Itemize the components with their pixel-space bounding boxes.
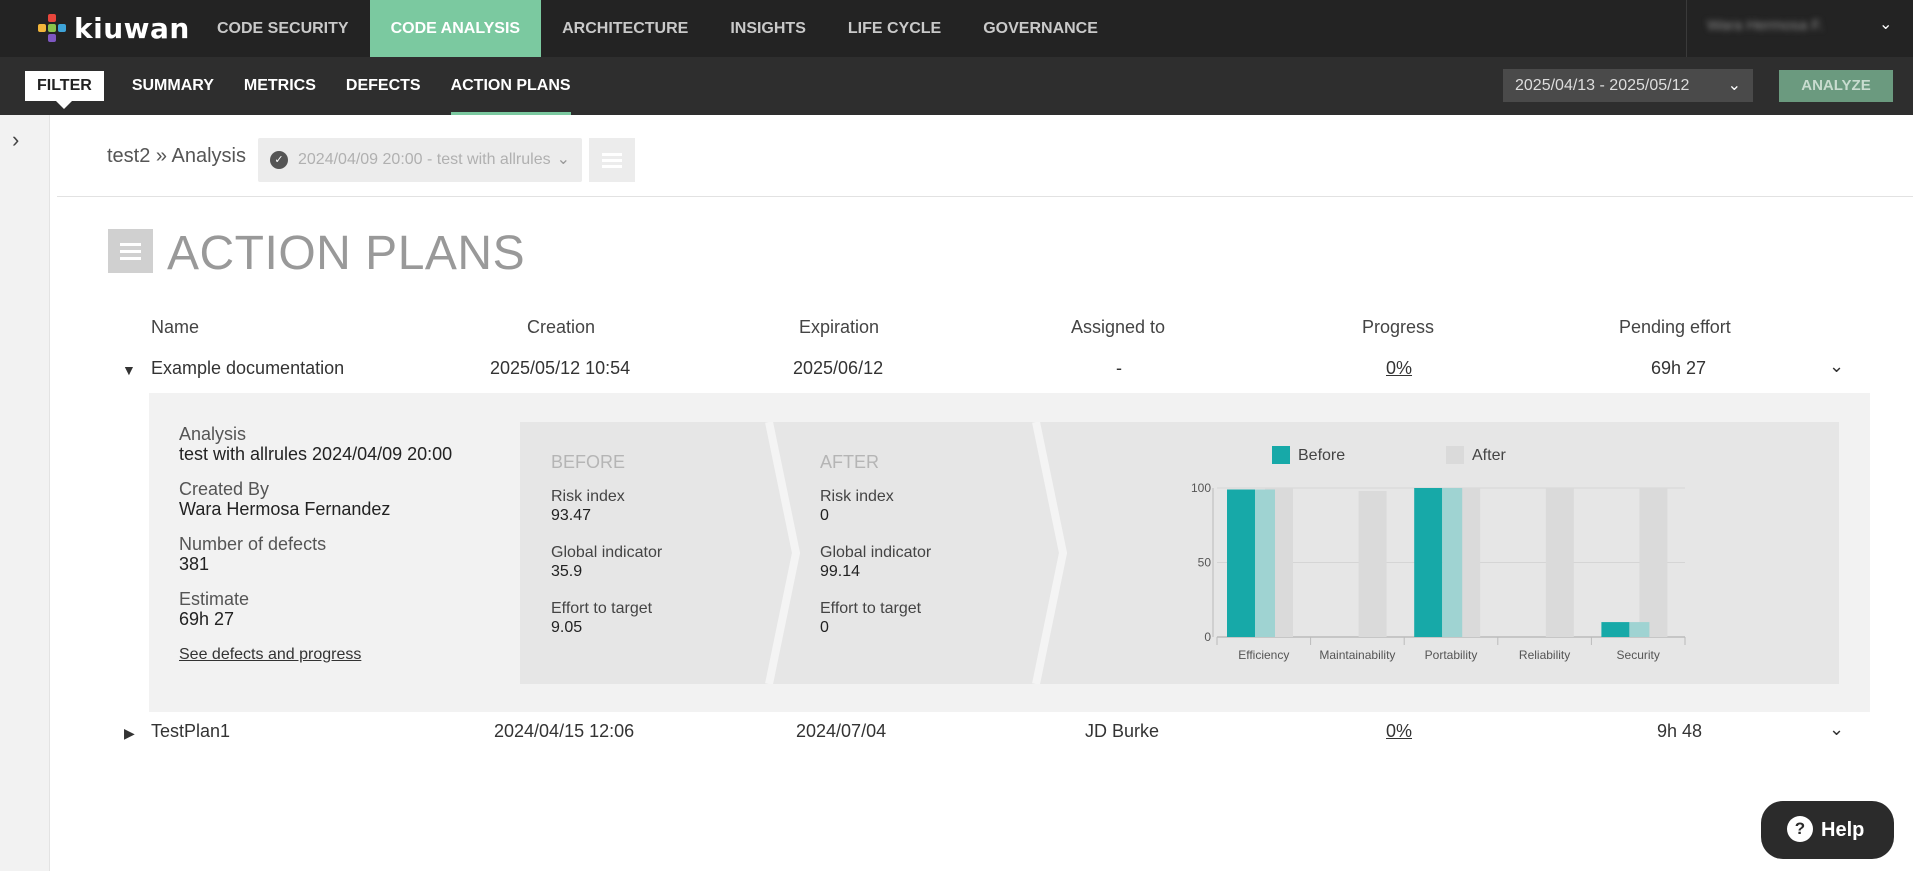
chevron-down-icon: ⌄ bbox=[1727, 77, 1741, 94]
y-tick-label: 50 bbox=[1198, 556, 1212, 570]
plan-progress-link[interactable]: 0% bbox=[1386, 358, 1412, 379]
x-tick-label: Maintainability bbox=[1319, 648, 1395, 662]
bar-before-efficiency bbox=[1227, 489, 1255, 637]
after-effort-label: Effort to target bbox=[820, 600, 922, 617]
list-icon bbox=[108, 229, 153, 273]
x-tick-label: Portability bbox=[1425, 648, 1478, 662]
column-header-assigned-to: Assigned to bbox=[1071, 317, 1166, 337]
plan-assigned-to: JD Burke bbox=[1085, 721, 1160, 741]
caret-right-icon[interactable]: ▶ bbox=[124, 725, 135, 742]
x-tick-label: Efficiency bbox=[1238, 648, 1289, 662]
plan-pending-effort: 69h 27 bbox=[1651, 358, 1707, 378]
top-nav-code-analysis[interactable]: CODE ANALYSIS bbox=[369, 0, 542, 57]
user-name: Wara Hermosa F. bbox=[1707, 17, 1824, 34]
collapsed-sidebar: › bbox=[0, 115, 50, 871]
plan-pending-effort: 9h 48 bbox=[1657, 721, 1703, 741]
bar-before-security bbox=[1601, 622, 1630, 637]
before-gi-value: 35.9 bbox=[551, 563, 583, 580]
top-nav-code-security[interactable]: CODE SECURITY bbox=[196, 0, 370, 57]
bar-before-portability bbox=[1414, 488, 1443, 637]
plan-expiration: 2025/06/12 bbox=[793, 358, 884, 378]
plan-creation: 2025/05/12 10:54 bbox=[490, 358, 631, 378]
breadcrumb[interactable]: test2 » Analysis bbox=[107, 145, 246, 168]
tab-metrics[interactable]: METRICS bbox=[244, 57, 316, 115]
logo-text: kiuwan bbox=[74, 11, 190, 45]
question-icon: ? bbox=[1787, 815, 1813, 842]
check-circle-icon: ✓ bbox=[270, 151, 288, 169]
column-header-name: Name bbox=[151, 317, 200, 337]
analyze-button[interactable]: ANALYZE bbox=[1779, 70, 1893, 102]
help-label: Help bbox=[1821, 819, 1865, 841]
plan-name[interactable]: Example documentation bbox=[151, 358, 344, 379]
date-range-value: 2025/04/13 - 2025/05/12 bbox=[1515, 77, 1690, 94]
after-gi-label: Global indicator bbox=[820, 544, 932, 561]
sub-navigation-bar: FILTER SUMMARY METRICS DEFECTS ACTION PL… bbox=[0, 57, 1913, 115]
chevron-down-icon: ⌄ bbox=[1879, 16, 1893, 33]
bar-after-maintainability bbox=[1358, 490, 1387, 637]
kiuwan-logo[interactable]: kiuwan bbox=[38, 11, 190, 45]
breadcrumb-row: test2 » Analysis ✓ 2024/04/09 20:00 - te… bbox=[57, 115, 1913, 197]
tab-filter[interactable]: FILTER bbox=[25, 71, 104, 109]
quality-chart: Before After 0 50 100 Efficiency Maintainabili… bbox=[1191, 446, 1686, 662]
top-nav-insights[interactable]: INSIGHTS bbox=[709, 0, 827, 57]
page-title: ACTION PLANS bbox=[167, 227, 526, 280]
chevron-down-icon: ⌄ bbox=[552, 138, 570, 182]
caret-down-icon[interactable]: ▼ bbox=[122, 362, 136, 378]
plan-progress-link[interactable]: 0% bbox=[1386, 721, 1412, 742]
y-tick-label: 100 bbox=[1191, 481, 1211, 495]
before-gi-label: Global indicator bbox=[551, 544, 663, 561]
y-tick-label: 0 bbox=[1204, 630, 1211, 644]
after-risk-label: Risk index bbox=[820, 488, 894, 505]
analysis-select[interactable]: ✓ 2024/04/09 20:00 - test with allrules … bbox=[258, 138, 582, 182]
after-title: AFTER bbox=[820, 452, 880, 472]
legend-swatch-before bbox=[1272, 446, 1290, 464]
after-gi-value: 99.14 bbox=[820, 563, 861, 580]
x-tick-label: Reliability bbox=[1519, 648, 1570, 662]
plan-creation: 2024/04/15 12:06 bbox=[494, 721, 635, 741]
legend-swatch-after bbox=[1446, 446, 1464, 464]
top-nav-architecture[interactable]: ARCHITECTURE bbox=[541, 0, 709, 57]
before-risk-value: 93.47 bbox=[551, 507, 592, 524]
top-nav-life-cycle[interactable]: LIFE CYCLE bbox=[827, 0, 962, 57]
column-header-creation: Creation bbox=[527, 317, 596, 337]
sub-nav-menu: FILTER SUMMARY METRICS DEFECTS ACTION PL… bbox=[25, 57, 601, 115]
plan-expiration: 2024/07/04 bbox=[796, 721, 887, 741]
legend-label: After bbox=[1472, 447, 1506, 464]
logo-mark-icon bbox=[38, 14, 66, 42]
analysis-select-value: 2024/04/09 20:00 - test with allrules bbox=[298, 151, 551, 168]
plan-assigned-to: - bbox=[1116, 358, 1122, 378]
column-header-pending-effort: Pending effort bbox=[1619, 317, 1731, 337]
analysis-menu-button[interactable] bbox=[589, 138, 635, 182]
tab-defects[interactable]: DEFECTS bbox=[346, 57, 421, 115]
before-risk-label: Risk index bbox=[551, 488, 625, 505]
column-header-progress: Progress bbox=[1362, 317, 1435, 337]
tab-action-plans[interactable]: ACTION PLANS bbox=[450, 57, 571, 115]
plan-name[interactable]: TestPlan1 bbox=[151, 721, 230, 742]
chevron-right-icon[interactable]: › bbox=[12, 127, 19, 153]
before-effort-value: 9.05 bbox=[551, 619, 583, 636]
bar-before-shade-security bbox=[1629, 622, 1650, 637]
user-menu[interactable]: Wara Hermosa F. ⌄ bbox=[1686, 0, 1913, 57]
top-navigation-bar: kiuwan CODE SECURITY CODE ANALYSIS ARCHI… bbox=[0, 0, 1913, 57]
top-nav-menu: CODE SECURITY CODE ANALYSIS ARCHITECTURE… bbox=[196, 0, 1119, 57]
tab-summary[interactable]: SUMMARY bbox=[132, 57, 214, 115]
chevron-down-icon[interactable]: ⌄ bbox=[1829, 719, 1844, 740]
bar-before-shade-efficiency bbox=[1255, 489, 1275, 637]
top-nav-governance[interactable]: GOVERNANCE bbox=[962, 0, 1119, 57]
help-button[interactable]: ? Help bbox=[1761, 801, 1894, 859]
before-effort-label: Effort to target bbox=[551, 600, 653, 617]
after-effort-value: 0 bbox=[820, 619, 829, 636]
bar-after-reliability bbox=[1545, 488, 1574, 637]
before-title: BEFORE bbox=[551, 452, 626, 472]
column-header-expiration: Expiration bbox=[799, 317, 880, 337]
chevron-down-icon[interactable]: ⌄ bbox=[1829, 356, 1844, 377]
x-tick-label: Security bbox=[1617, 648, 1660, 662]
after-risk-value: 0 bbox=[820, 507, 829, 524]
bar-before-shade-portability bbox=[1442, 488, 1463, 637]
legend-label: Before bbox=[1298, 447, 1345, 464]
date-range-select[interactable]: 2025/04/13 - 2025/05/12 ⌄ bbox=[1503, 69, 1753, 102]
bar-after-security bbox=[1639, 488, 1668, 637]
